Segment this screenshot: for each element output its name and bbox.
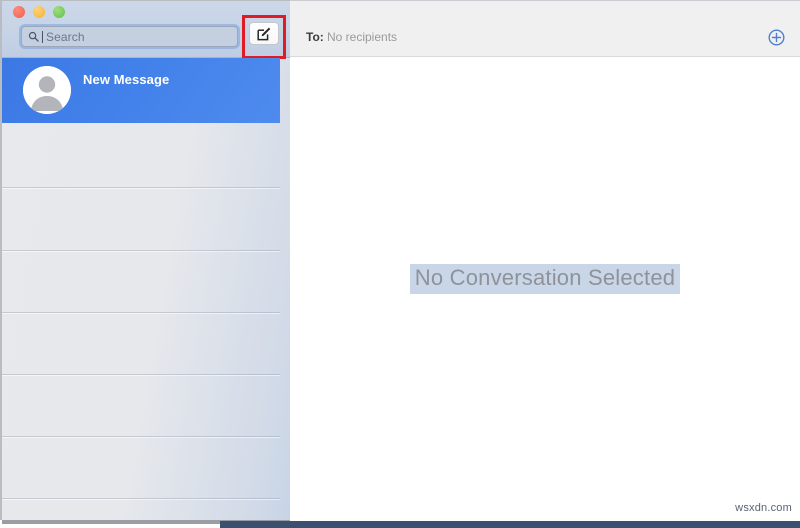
compose-button[interactable] bbox=[249, 22, 279, 45]
close-button[interactable] bbox=[13, 6, 25, 18]
list-item[interactable] bbox=[2, 312, 280, 314]
list-item[interactable] bbox=[2, 187, 280, 189]
sidebar-toolbar: Search bbox=[2, 1, 290, 59]
plus-circle-icon bbox=[768, 29, 785, 46]
recipients-field[interactable]: No recipients bbox=[327, 30, 397, 44]
add-recipient-button[interactable] bbox=[768, 29, 785, 46]
bottom-bar bbox=[220, 521, 800, 528]
message-detail-pane: To: No recipients No Conversation Select… bbox=[290, 0, 800, 520]
maximize-button[interactable] bbox=[53, 6, 65, 18]
search-icon bbox=[28, 31, 39, 42]
text-caret bbox=[42, 30, 43, 43]
messages-app-window: Search New Message To: No recipients No … bbox=[0, 0, 800, 528]
empty-state: No Conversation Selected bbox=[290, 58, 800, 521]
list-item[interactable] bbox=[2, 250, 280, 252]
search-placeholder: Search bbox=[46, 29, 85, 44]
watermark: wsxdn.com bbox=[735, 502, 792, 514]
conversation-title: New Message bbox=[83, 72, 170, 87]
conversation-row-selected[interactable]: New Message bbox=[2, 58, 280, 123]
recipients-bar: To: No recipients bbox=[290, 1, 800, 57]
list-item[interactable] bbox=[2, 374, 280, 376]
to-label: To: bbox=[306, 30, 324, 44]
list-item[interactable] bbox=[2, 436, 280, 438]
list-item[interactable] bbox=[2, 498, 280, 500]
avatar bbox=[23, 66, 71, 114]
minimize-button[interactable] bbox=[33, 6, 45, 18]
window-controls bbox=[13, 6, 65, 18]
person-placeholder-icon bbox=[23, 66, 71, 114]
empty-state-text: No Conversation Selected bbox=[409, 263, 681, 294]
compose-icon bbox=[257, 27, 271, 40]
conversations-sidebar: Search New Message bbox=[0, 0, 290, 520]
search-input[interactable]: Search bbox=[21, 26, 238, 47]
